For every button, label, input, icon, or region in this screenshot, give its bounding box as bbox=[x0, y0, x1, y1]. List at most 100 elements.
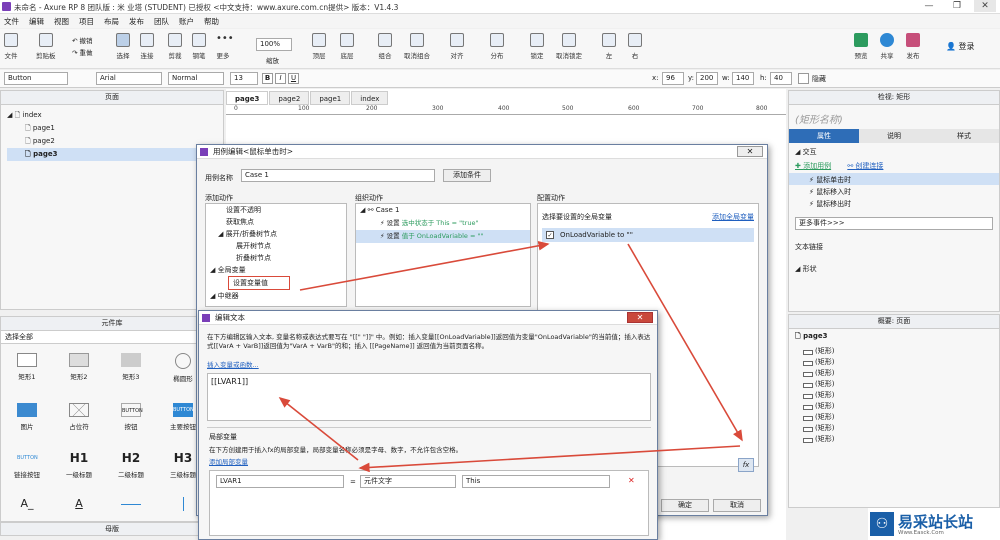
maximize-button[interactable]: ❐ bbox=[946, 0, 968, 12]
add-local-variable-link[interactable]: 添加局部变量 bbox=[209, 456, 248, 466]
menu-item[interactable]: 团队 bbox=[154, 16, 169, 27]
org-action-1[interactable]: ⚡ 设置 选中状态于 This = "true" bbox=[356, 217, 530, 230]
org-action-2[interactable]: ⚡ 设置 值于 OnLoadVariable = "" bbox=[356, 230, 530, 243]
tab-notes[interactable]: 说明 bbox=[859, 129, 929, 143]
hide-checkbox[interactable] bbox=[798, 73, 809, 84]
case-name-input[interactable]: Case 1 bbox=[241, 169, 435, 182]
underline-button[interactable]: U bbox=[288, 73, 299, 84]
set-variable-action[interactable]: 设置变量值 bbox=[228, 276, 290, 290]
add-global-variable-link[interactable]: 添加全局变量 bbox=[712, 212, 754, 222]
tab-properties[interactable]: 属性 bbox=[789, 129, 859, 143]
add-case-link[interactable]: ✚ 添加用例 bbox=[795, 162, 831, 170]
align-button[interactable]: 对齐 bbox=[450, 33, 464, 60]
distribute-button[interactable]: 分布 bbox=[490, 33, 504, 60]
widget-rect3[interactable]: 矩形3 bbox=[111, 353, 151, 381]
file-button[interactable]: 文件 bbox=[4, 33, 18, 60]
local-variable-name[interactable]: LVAR1 bbox=[216, 475, 344, 488]
shape-section[interactable]: ◢ 形状 bbox=[789, 252, 999, 274]
preview-button[interactable]: 预览 bbox=[854, 33, 868, 60]
event-onclick[interactable]: ⚡ 鼠标单击时 bbox=[789, 173, 999, 185]
edit-text-close[interactable]: ✕ bbox=[627, 312, 653, 323]
italic-button[interactable]: I bbox=[275, 73, 286, 84]
fx-button[interactable]: fx bbox=[738, 458, 754, 472]
tab-page3[interactable]: page3 bbox=[226, 91, 269, 105]
action-group[interactable]: ◢ 展开/折叠树节点 bbox=[206, 228, 346, 240]
tab-page1[interactable]: page1 bbox=[310, 91, 351, 105]
case-node[interactable]: ◢ ⚯ Case 1 bbox=[356, 204, 530, 217]
insert-variable-link[interactable]: 插入变量或函数... bbox=[207, 359, 259, 369]
global-variable-checkbox[interactable]: ✓ bbox=[546, 231, 554, 239]
right-button[interactable]: 右 bbox=[628, 33, 642, 60]
unlock-button[interactable]: 取消锁定 bbox=[556, 33, 582, 60]
clipboard-button[interactable]: 剪贴板 bbox=[36, 33, 56, 60]
connect-button[interactable]: 连接 bbox=[140, 33, 154, 60]
action-item[interactable]: 设置不透明 bbox=[206, 204, 346, 216]
tab-page2[interactable]: page2 bbox=[269, 91, 310, 105]
outline-item[interactable]: (矩形) bbox=[789, 401, 999, 412]
page-item-page3[interactable]: 🗋 page3 bbox=[7, 148, 223, 161]
outline-page[interactable]: 🗋 page3 bbox=[789, 329, 999, 346]
login-button[interactable]: 👤 登录 bbox=[946, 41, 975, 52]
widget-rect2[interactable]: 矩形2 bbox=[59, 353, 99, 381]
group-button[interactable]: 组合 bbox=[378, 33, 392, 60]
menu-item[interactable]: 视图 bbox=[54, 16, 69, 27]
event-mouseleave[interactable]: ⚡ 鼠标移出时 bbox=[789, 197, 999, 209]
global-variable-row[interactable]: ✓ OnLoadVariable to "" bbox=[542, 228, 754, 242]
style-select[interactable]: Button bbox=[4, 72, 68, 85]
action-group[interactable]: ◢ 全局变量 bbox=[206, 264, 346, 276]
action-group[interactable]: ◢ 中继器 bbox=[206, 290, 346, 302]
widget-button[interactable]: BUTTON 按钮 bbox=[111, 403, 151, 431]
undo-button[interactable]: ↶ 撤销 bbox=[72, 35, 93, 45]
case-editor-close[interactable]: ✕ bbox=[737, 146, 763, 157]
w-input[interactable]: 140 bbox=[732, 72, 754, 85]
menu-item[interactable]: 账户 bbox=[179, 16, 194, 27]
outline-item[interactable]: (矩形) bbox=[789, 412, 999, 423]
y-input[interactable]: 200 bbox=[696, 72, 718, 85]
select-mode-button[interactable]: 选择 bbox=[116, 33, 130, 60]
send-bottom-button[interactable]: 底层 bbox=[340, 33, 354, 60]
h-input[interactable]: 40 bbox=[770, 72, 792, 85]
pen-button[interactable]: 钢笔 bbox=[192, 33, 206, 60]
widget-library-select[interactable]: 选择全部 bbox=[1, 331, 223, 344]
widget-label[interactable]: A_ bbox=[7, 497, 47, 515]
outline-item[interactable]: (矩形) bbox=[789, 346, 999, 357]
local-variable-type-select[interactable]: 元件文字 bbox=[360, 475, 456, 488]
widget-rect1[interactable]: 矩形1 bbox=[7, 353, 47, 381]
widget-image[interactable]: 图片 bbox=[7, 403, 47, 431]
more-events-select[interactable]: 更多事件>>> bbox=[795, 217, 993, 230]
text-editor[interactable]: [[LVAR1]] bbox=[207, 373, 651, 421]
page-item-page1[interactable]: 🗋 page1 bbox=[7, 122, 223, 135]
crop-button[interactable]: 剪裁 bbox=[168, 33, 182, 60]
tab-index[interactable]: index bbox=[351, 91, 389, 105]
action-item[interactable]: 展开树节点 bbox=[206, 240, 346, 252]
menu-item[interactable]: 文件 bbox=[4, 16, 19, 27]
publish-button[interactable]: 发布 bbox=[906, 33, 920, 60]
widget-h2[interactable]: H2 二级标题 bbox=[111, 451, 151, 479]
menu-item[interactable]: 项目 bbox=[79, 16, 94, 27]
tab-style[interactable]: 样式 bbox=[929, 129, 999, 143]
page-item-page2[interactable]: 🗋 page2 bbox=[7, 135, 223, 148]
size-select[interactable]: 13 bbox=[230, 72, 258, 85]
action-item[interactable]: 折叠树节点 bbox=[206, 252, 346, 264]
event-mouseenter[interactable]: ⚡ 鼠标移入时 bbox=[789, 185, 999, 197]
weight-select[interactable]: Normal bbox=[168, 72, 224, 85]
left-button[interactable]: 左 bbox=[602, 33, 616, 60]
close-window-button[interactable]: ✕ bbox=[974, 0, 996, 12]
menu-item[interactable]: 编辑 bbox=[29, 16, 44, 27]
widget-hline[interactable] bbox=[111, 497, 151, 509]
widget-link-button[interactable]: BUTTON 链接按钮 bbox=[7, 451, 47, 479]
page-item-index[interactable]: ◢ 🗋 index bbox=[7, 109, 223, 122]
menu-item[interactable]: 发布 bbox=[129, 16, 144, 27]
shape-name-input[interactable]: (矩形名称) bbox=[789, 105, 999, 129]
bring-top-button[interactable]: 顶层 bbox=[312, 33, 326, 60]
x-input[interactable]: 96 bbox=[662, 72, 684, 85]
menu-item[interactable]: 帮助 bbox=[204, 16, 219, 27]
outline-item[interactable]: (矩形) bbox=[789, 368, 999, 379]
outline-item[interactable]: (矩形) bbox=[789, 390, 999, 401]
delete-local-variable[interactable]: ✕ bbox=[628, 476, 635, 485]
ok-button[interactable]: 确定 bbox=[661, 499, 709, 512]
interaction-section[interactable]: ◢ 交互 bbox=[789, 143, 999, 161]
ungroup-button[interactable]: 取消组合 bbox=[404, 33, 430, 60]
local-variable-target-select[interactable]: This bbox=[462, 475, 610, 488]
font-select[interactable]: Arial bbox=[96, 72, 162, 85]
